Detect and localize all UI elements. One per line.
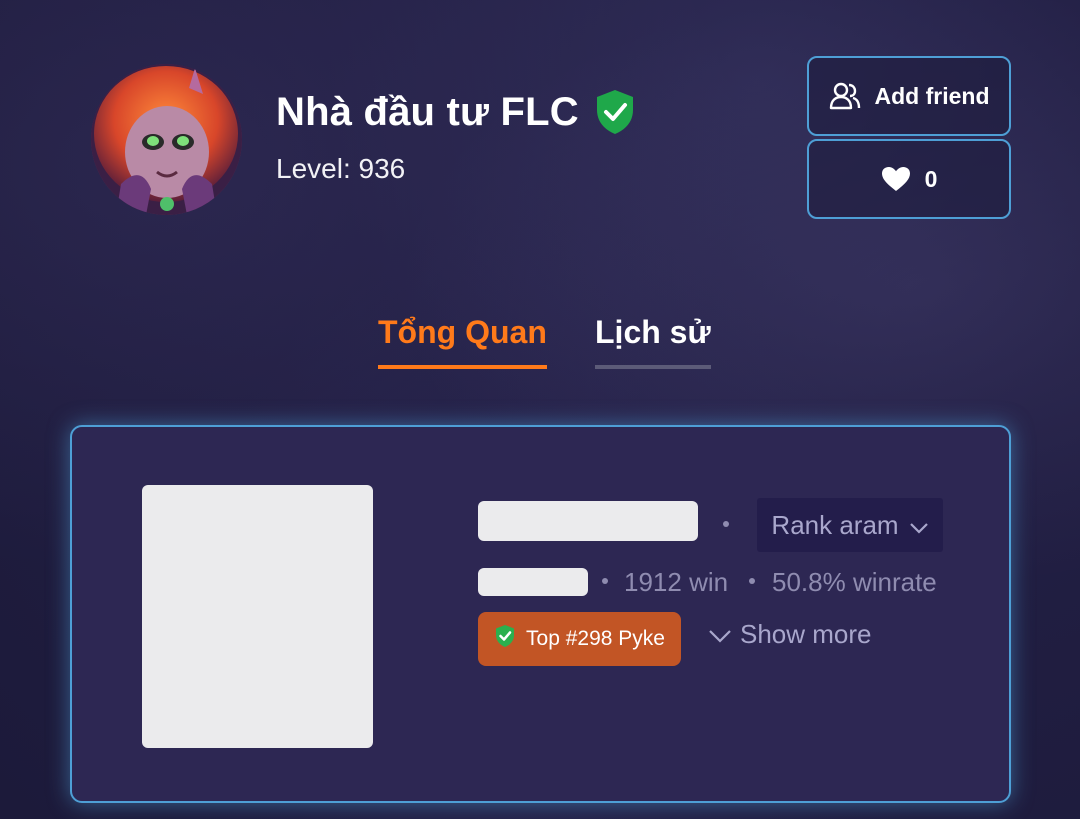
avatar — [91, 64, 242, 215]
profile-name: Nhà đầu tư FLC — [276, 89, 579, 134]
chevron-down-icon — [909, 510, 929, 541]
verified-shield-icon — [593, 88, 637, 136]
show-more-button[interactable]: Show more — [708, 619, 872, 650]
separator-dot — [749, 578, 755, 584]
rank-queue-select[interactable]: Rank aram — [757, 498, 943, 552]
like-count: 0 — [924, 165, 938, 192]
top-rank-label: Top #298 Pyke — [526, 627, 665, 650]
top-rank-badge: Top #298 Pyke — [478, 612, 681, 666]
verified-shield-icon — [494, 624, 516, 654]
add-friend-label: Add friend — [874, 82, 990, 109]
users-icon — [829, 82, 861, 110]
separator-dot — [723, 521, 729, 527]
avatar-illustration — [91, 64, 242, 215]
rank-name-placeholder — [478, 501, 698, 541]
chevron-down-icon — [708, 619, 732, 650]
rank-card: Rank aram 1912 win 50.8% winrate Top #29… — [70, 425, 1011, 803]
add-friend-button[interactable]: Add friend — [807, 56, 1011, 136]
show-more-label: Show more — [740, 619, 872, 649]
profile-tabs: Tổng Quan Lịch sử — [0, 314, 1080, 374]
profile-level: Level: 936 — [276, 153, 406, 184]
tab-overview[interactable]: Tổng Quan — [378, 314, 547, 369]
winrate: 50.8% winrate — [772, 567, 937, 597]
heart-icon — [881, 166, 911, 192]
wins-count: 1912 win — [624, 567, 729, 597]
profile-name-row: Nhà đầu tư FLC — [276, 88, 637, 136]
lp-placeholder — [478, 568, 588, 596]
like-button[interactable]: 0 — [807, 139, 1011, 219]
rank-queue-label: Rank aram — [771, 509, 899, 540]
tab-history[interactable]: Lịch sử — [595, 314, 711, 369]
separator-dot — [602, 578, 608, 584]
rank-image-placeholder — [142, 485, 373, 748]
